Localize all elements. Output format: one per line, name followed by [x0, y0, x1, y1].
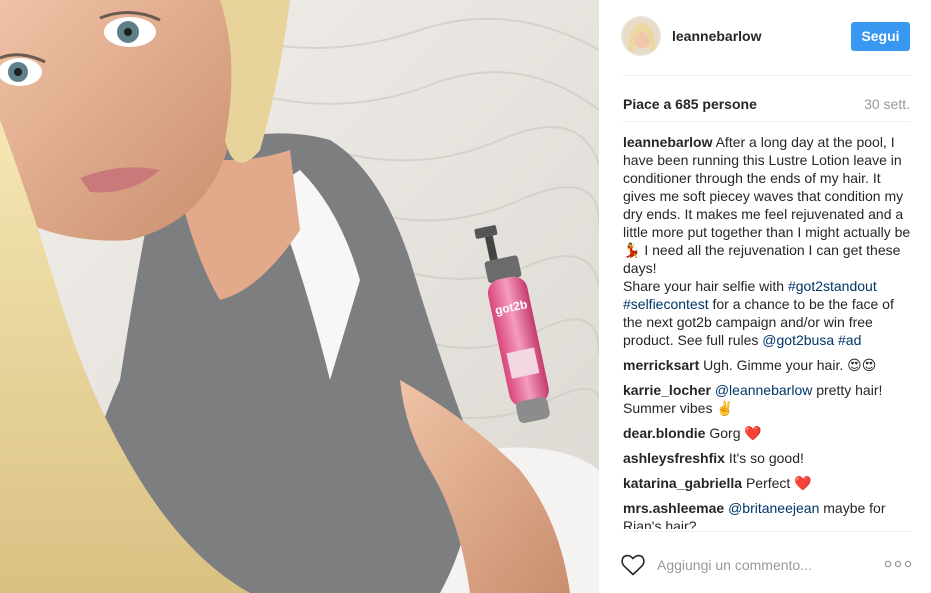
- list-item: ashleysfreshfix It's so good!: [623, 449, 913, 467]
- author-username[interactable]: leannebarlow: [672, 28, 761, 44]
- comment-username[interactable]: ashleysfreshfix: [623, 450, 725, 466]
- list-item: merricksart Ugh. Gimme your hair. 😍😍: [623, 356, 913, 374]
- list-item: dear.blondie Gorg ❤️: [623, 424, 913, 442]
- comment-username[interactable]: katarina_gabriella: [623, 475, 742, 491]
- avatar-image: [622, 17, 660, 55]
- comment-text: It's so good!: [724, 450, 804, 466]
- comment-input[interactable]: [657, 553, 867, 577]
- header-divider: [623, 75, 910, 76]
- follow-button[interactable]: Segui: [851, 22, 910, 51]
- hashtag-got2standout[interactable]: #got2standout: [788, 278, 877, 294]
- list-item: karrie_locher @leannebarlow pretty hair!…: [623, 381, 913, 417]
- hashtag-ad[interactable]: #ad: [838, 332, 861, 348]
- post-photo[interactable]: got2b: [0, 0, 599, 593]
- likes-divider: [623, 121, 910, 122]
- post-time[interactable]: 30 sett.: [864, 96, 910, 112]
- caption-text: After a long day at the pool, I have bee…: [623, 134, 911, 294]
- comment-username[interactable]: dear.blondie: [623, 425, 705, 441]
- more-options-icon[interactable]: [884, 557, 912, 571]
- caption: leannebarlow After a long day at the poo…: [623, 133, 913, 349]
- likes-count[interactable]: Piace a 685 persone: [623, 96, 757, 112]
- post-footer: [599, 531, 931, 593]
- hashtag-selfiecontest[interactable]: #selfiecontest: [623, 296, 709, 312]
- list-item: katarina_gabriella Perfect ❤️: [623, 474, 913, 492]
- comment-mention[interactable]: @britaneejean: [728, 500, 819, 516]
- comment-text: Perfect ❤️: [742, 475, 812, 491]
- heart-icon[interactable]: [621, 554, 645, 576]
- comment-text: Gorg ❤️: [705, 425, 762, 441]
- comment-text: Ugh. Gimme your hair. 😍😍: [699, 357, 877, 373]
- comment-mention[interactable]: @leannebarlow: [715, 382, 813, 398]
- caption-username[interactable]: leannebarlow: [623, 134, 712, 150]
- avatar[interactable]: [621, 16, 661, 56]
- post-header: leannebarlow Segui: [599, 0, 931, 75]
- comments-list[interactable]: leannebarlow After a long day at the poo…: [623, 133, 913, 529]
- post-side-panel: leannebarlow Segui Piace a 685 persone 3…: [599, 0, 931, 593]
- comment-username[interactable]: mrs.ashleemae: [623, 500, 724, 516]
- comment-username[interactable]: karrie_locher: [623, 382, 711, 398]
- list-item: mrs.ashleemae @britaneejean maybe for Ri…: [623, 499, 913, 529]
- likes-row: Piace a 685 persone 30 sett.: [623, 96, 910, 114]
- comment-username[interactable]: merricksart: [623, 357, 699, 373]
- post-photo-illustration: got2b: [0, 0, 599, 593]
- mention-got2busa[interactable]: @got2busa: [762, 332, 834, 348]
